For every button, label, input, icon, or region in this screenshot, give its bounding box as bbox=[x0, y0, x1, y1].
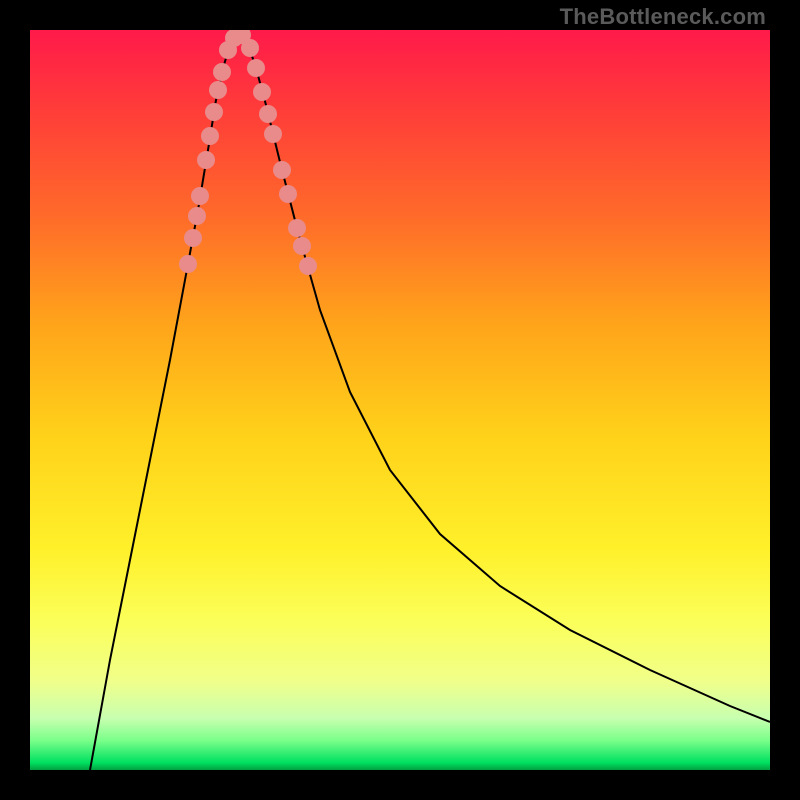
plot-area bbox=[30, 30, 770, 770]
marker-dot bbox=[288, 219, 306, 237]
watermark-text: TheBottleneck.com bbox=[560, 4, 766, 30]
marker-dot bbox=[279, 185, 297, 203]
marker-dot bbox=[201, 127, 219, 145]
marker-dot bbox=[209, 81, 227, 99]
marker-dots bbox=[179, 30, 317, 275]
marker-dot bbox=[197, 151, 215, 169]
marker-dot bbox=[179, 255, 197, 273]
marker-dot bbox=[293, 237, 311, 255]
marker-dot bbox=[299, 257, 317, 275]
marker-dot bbox=[264, 125, 282, 143]
marker-dot bbox=[191, 187, 209, 205]
marker-dot bbox=[259, 105, 277, 123]
marker-dot bbox=[241, 39, 259, 57]
marker-dot bbox=[247, 59, 265, 77]
marker-dot bbox=[213, 63, 231, 81]
marker-dot bbox=[188, 207, 206, 225]
marker-dot bbox=[205, 103, 223, 121]
chart-svg bbox=[30, 30, 770, 770]
chart-frame: TheBottleneck.com bbox=[0, 0, 800, 800]
marker-dot bbox=[253, 83, 271, 101]
marker-dot bbox=[273, 161, 291, 179]
marker-dot bbox=[184, 229, 202, 247]
v-curve bbox=[90, 35, 770, 770]
